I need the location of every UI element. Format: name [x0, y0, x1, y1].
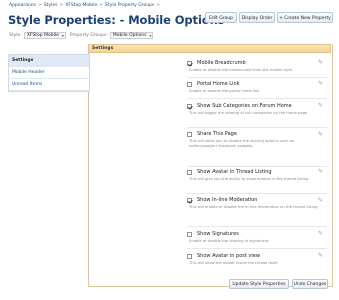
pencil-icon[interactable]: ✎ — [318, 253, 324, 259]
option-description: This will enable or disable the in-line … — [189, 205, 318, 209]
pencil-icon[interactable]: ✎ — [318, 103, 324, 109]
show-signatures-checkbox[interactable] — [187, 232, 192, 237]
property-group-select-value: Mobile Options — [112, 33, 147, 38]
breadcrumb-separator: > — [38, 3, 42, 8]
option-description: This will show the avatar inside the thr… — [189, 261, 278, 265]
pencil-icon[interactable]: ✎ — [318, 231, 324, 237]
style-select-value: XFStop Mobile — [26, 33, 59, 38]
option-share-this-page: Share This Page This will allow you to d… — [187, 131, 322, 149]
edit-group-button[interactable]: Edit Group — [205, 12, 237, 23]
display-order-button[interactable]: Display Order — [239, 12, 275, 23]
show-avatar-post-view-checkbox[interactable] — [187, 254, 192, 259]
option-label: Show Signatures — [197, 231, 239, 237]
portal-home-link-checkbox[interactable] — [187, 82, 192, 87]
show-inline-moderation-checkbox[interactable] — [187, 198, 192, 203]
breadcrumb-styles[interactable]: Styles — [44, 3, 58, 8]
pencil-icon[interactable]: ✎ — [318, 169, 324, 175]
option-description: This will give you the ability to show a… — [189, 177, 310, 181]
option-show-signatures: Show Signatures Enable or disable the vi… — [187, 231, 322, 244]
filter-bar: Style: XFStop Mobile ▾ Property Groups: Mobi… — [9, 32, 157, 39]
option-description: This will allow you to disable the shari… — [189, 139, 294, 148]
option-description: This will toggle the viewing of sub cate… — [189, 111, 308, 115]
option-mobile-breadcrumb: Mobile Breadcrumb Enable or disable the … — [187, 60, 322, 73]
divider — [187, 193, 327, 194]
page-title: Style Properties: - Mobile Options — [8, 13, 225, 27]
undo-changes-button[interactable]: Undo Changes — [292, 279, 328, 289]
divider — [187, 127, 327, 128]
option-show-sub-categories: Show Sub Categories on Forum Home This w… — [187, 103, 322, 116]
share-this-page-checkbox[interactable] — [187, 132, 192, 137]
breadcrumb-separator: > — [99, 3, 104, 8]
sidebar: Settings Mobile Header Unread Items — [8, 54, 90, 92]
breadcrumb-appearance[interactable]: Appearance — [9, 3, 36, 8]
divider — [187, 77, 327, 78]
option-label: Mobile Breadcrumb — [197, 60, 246, 66]
mobile-breadcrumb-checkbox[interactable] — [187, 61, 192, 66]
style-label: Style: — [9, 33, 22, 38]
option-description: Enable or disable the viewing of signatu… — [189, 239, 269, 243]
option-label: Show Sub Categories on Forum Home — [197, 103, 292, 109]
option-label: Show In-line Moderation — [197, 197, 258, 203]
chevron-down-icon: ▾ — [61, 33, 64, 38]
divider — [187, 226, 327, 227]
pencil-icon[interactable]: ✎ — [318, 81, 324, 87]
option-label: Show Avatar in post view — [197, 253, 260, 259]
sidebar-item-settings[interactable]: Settings — [9, 55, 89, 67]
breadcrumb: Appearance > Styles > XFStop Mobile > Style Pr… — [9, 3, 162, 8]
option-label: Show Avatar in Thread Listing — [197, 169, 272, 175]
breadcrumb-style[interactable]: XFStop Mobile — [65, 3, 97, 8]
create-new-property-button[interactable]: + Create New Property — [277, 12, 333, 23]
update-style-properties-button[interactable]: Update Style Properties — [229, 279, 289, 289]
sidebar-item-unread-items[interactable]: Unread Items — [9, 79, 89, 91]
pencil-icon[interactable]: ✎ — [318, 60, 324, 66]
option-show-avatar-thread-listing: Show Avatar in Thread Listing This will … — [187, 169, 322, 182]
style-select[interactable]: XFStop Mobile ▾ — [23, 32, 66, 39]
option-description: Enable or disable the portal home link — [189, 89, 260, 93]
sidebar-item-mobile-header[interactable]: Mobile Header — [9, 67, 89, 79]
property-groups-label: Property Groups: — [69, 33, 108, 38]
pencil-icon[interactable]: ✎ — [318, 132, 324, 138]
settings-header: Settings — [88, 44, 331, 53]
option-show-avatar-post-view: Show Avatar in post view This will show … — [187, 253, 322, 266]
divider — [187, 98, 327, 99]
show-sub-categories-checkbox[interactable] — [187, 104, 192, 109]
option-label: Portal Home Link — [197, 81, 240, 87]
pencil-icon[interactable]: ✎ — [318, 198, 324, 204]
divider — [187, 166, 327, 167]
option-show-inline-moderation: Show In-line Moderation This will enable… — [187, 197, 322, 210]
option-label: Share This Page — [197, 131, 237, 137]
breadcrumb-separator: > — [156, 3, 161, 8]
show-avatar-thread-listing-checkbox[interactable] — [187, 170, 192, 175]
breadcrumb-property-groups[interactable]: Style Property Groups — [105, 3, 154, 8]
option-description: Enable or disable the breadcrumb from th… — [189, 68, 293, 72]
property-group-select[interactable]: Mobile Options ▾ — [109, 32, 154, 39]
option-portal-home-link: Portal Home Link Enable or disable the p… — [187, 81, 322, 94]
divider — [187, 248, 327, 249]
chevron-down-icon: ▾ — [149, 33, 152, 38]
breadcrumb-separator: > — [59, 3, 64, 8]
